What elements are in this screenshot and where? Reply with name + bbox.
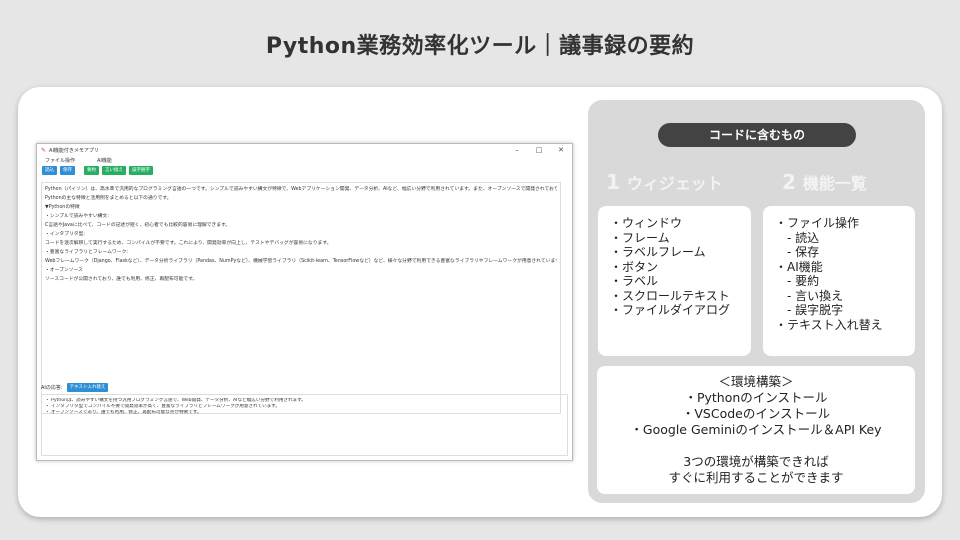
app-titlebar: ✎ AI機能付きメモアプリ – □ ✕ [37,144,572,156]
minimize-icon[interactable]: – [506,146,528,154]
ai-text-line: ・ オープンソースであり、誰でも利用、修正、再配布可能な点が特徴です。 [45,410,202,415]
ai-ops-label: AI機能 [97,157,112,164]
app-feather-icon: ✎ [41,146,47,154]
widget-item: ・ファイルダイアログ [610,303,731,317]
main-text-line: ▼Pythonの特徴 [45,205,80,210]
toolbar-group-labels: ファイル操作 AI機能 [37,156,572,164]
window-controls: – □ ✕ [506,146,572,154]
env-note: 3つの環境が構築できれば [683,454,829,469]
features-number: 2 [782,170,796,194]
main-text-line: ソースコードが公開されており、誰でも利用、修正、再配布可能です。 [45,277,198,282]
main-text-line: Python（パイソン）は、高水準で汎用的なプログラミング言語の一つです。シンプ… [45,187,557,192]
main-text-line: ・インタプリタ型: [45,232,85,237]
features-title: 機能一覧 [802,174,867,193]
load-button[interactable]: 読込 [42,165,57,175]
feature-item: - 保存 [775,245,820,259]
widget-item: ・フレーム [610,230,670,245]
env-note: すぐに利用することができます [668,470,844,485]
main-scrolled-text[interactable]: Python（パイソン）は、高水準で汎用的なプログラミング言語の一つです。シンプ… [41,182,561,414]
feature-item: - 誤字脱字 [775,303,844,317]
main-text-line: ・オープンソース [45,268,83,273]
widget-item: ・ラベル [610,274,659,288]
widgets-title: ウィジェット [626,174,723,193]
feature-item: - 言い換え [775,288,844,303]
main-text-line: C言語やJavaに比べて、コードの記述が短く、初心者でも比較的容易に理解できます… [45,223,231,228]
widgets-number: 1 [606,170,620,194]
feature-item: - 読込 [775,230,820,245]
save-button[interactable]: 保存 [60,165,75,175]
app-window: ✎ AI機能付きメモアプリ – □ ✕ ファイル操作 AI機能 読込 保存 要約… [36,143,573,461]
environment-box: ＜環境構築＞ ・Pythonのインストール ・VSCodeのインストール ・Go… [597,366,915,494]
widgets-heading: 1 ウィジェット [606,170,723,194]
typo-fix-button[interactable]: 誤字脱字 [129,165,153,175]
features-heading: 2 機能一覧 [782,170,867,194]
features-box: ・ファイル操作 - 読込 - 保存 ・AI機能 - 要約 - 言い換え - 誤字… [763,206,915,356]
feature-item: ・AI機能 [775,259,823,274]
ai-response-row: AIの応答: テキスト入れ替え [41,382,111,392]
maximize-icon[interactable]: □ [528,146,550,154]
replace-text-button[interactable]: テキスト入れ替え [66,382,109,392]
env-title: ＜環境構築＞ [718,374,794,389]
paraphrase-button[interactable]: 言い換え [102,165,126,175]
widget-item: ・スクロールテキスト [610,288,730,303]
main-text-line: ・豊富なライブラリとフレームワーク: [45,250,129,255]
main-text-line: Webフレームワーク（Django、Flaskなど）、データ分析ライブラリ（Pa… [45,259,557,264]
widgets-box: ・ウィンドウ ・フレーム ・ラベルフレーム ・ボタン ・ラベル ・スクロールテキ… [598,206,751,356]
main-text-line: コードを逐次解釈して実行するため、コンパイルが不要です。これにより、開発効率が向… [45,241,332,246]
main-text-line: Pythonの主な特徴と活用例をまとめると以下の通りです。 [45,196,172,201]
slide-title: Python業務効率化ツール｜議事録の要約 [265,34,695,59]
feature-item: - 要約 [775,274,820,288]
ai-response-label: AIの応答: [41,384,63,391]
feature-item: ・ファイル操作 [775,216,860,230]
widget-item: ・ウィンドウ [610,216,683,230]
env-item: ・Google Geminiのインストール＆API Key [630,422,882,437]
toolbar: 読込 保存 要約 言い換え 誤字脱字 [37,164,572,176]
summarize-button[interactable]: 要約 [84,165,99,175]
close-icon[interactable]: ✕ [550,146,572,154]
code-contents-pill: コードに含むもの [658,123,856,147]
main-text-line: ・シンプルで読みやすい構文: [45,214,109,219]
env-item: ・Pythonのインストール [684,390,828,405]
app-window-title: AI機能付きメモアプリ [49,147,99,154]
ai-response-text[interactable]: ・ Pythonは、読みやすい構文を持つ汎用プログラミング言語で、Web開発、デ… [41,394,568,456]
feature-item: ・テキスト入れ替え [775,317,883,332]
env-item: ・VSCodeのインストール [681,406,831,421]
widget-item: ・ボタン [610,259,659,274]
widget-item: ・ラベルフレーム [610,245,706,259]
file-ops-label: ファイル操作 [45,157,76,164]
